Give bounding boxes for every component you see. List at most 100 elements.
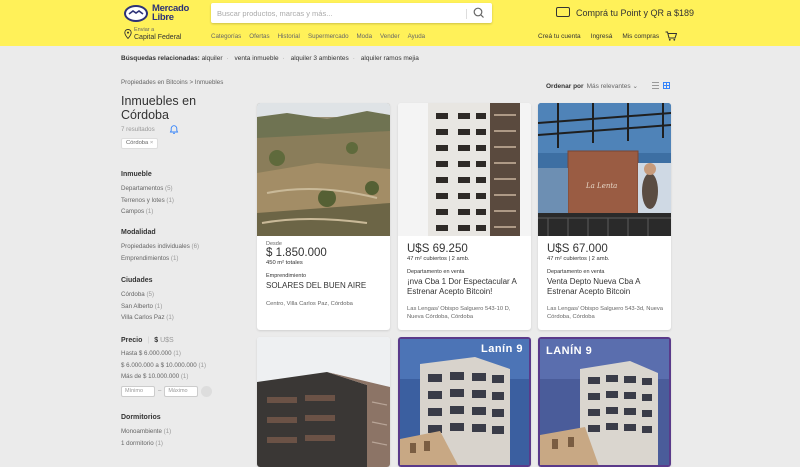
price-apply-button[interactable]: [201, 385, 213, 397]
related-item[interactable]: alquiler ramos mejia: [361, 55, 419, 62]
login-link[interactable]: Ingresá: [591, 33, 613, 40]
nav-categorias[interactable]: Categorías: [211, 33, 241, 40]
filter-item[interactable]: Propiedades individuales (6): [121, 241, 241, 253]
listing-photo: LANÍN 9: [538, 337, 671, 467]
filter-chip-cordoba[interactable]: Córdoba ×: [121, 138, 159, 149]
search-button[interactable]: [472, 6, 488, 20]
price-max-input[interactable]: Máximo: [164, 385, 199, 397]
filter-item[interactable]: Terrenos y lotes (1): [121, 195, 241, 207]
filter-inmueble: Inmueble Departamentos (5) Terrenos y lo…: [121, 171, 241, 218]
nav-historial[interactable]: Historial: [278, 33, 300, 40]
filter-title: Ciudades: [121, 277, 153, 284]
related-item[interactable]: alquiler 3 ambientes: [291, 55, 349, 62]
related-label: Búsquedas relacionadas:: [121, 55, 200, 62]
chevron-down-icon: ⌄: [632, 83, 638, 90]
related-item[interactable]: venta inmueble: [235, 55, 279, 62]
listing-type: Departamento en venta: [547, 269, 605, 275]
listing-type: Emprendimiento: [266, 273, 307, 279]
filter-item[interactable]: Campos (1): [121, 206, 241, 218]
listing-title: SOLARES DEL BUEN AIRE: [266, 281, 367, 290]
create-account-link[interactable]: Creá tu cuenta: [538, 33, 581, 40]
account-nav: Creá tu cuenta Ingresá Mis compras: [538, 33, 659, 40]
filter-title: Dormitorios: [121, 414, 161, 421]
filter-item[interactable]: Hasta $ 6.000.000 (1): [121, 348, 241, 360]
listing-photo: La Lenta: [538, 103, 671, 236]
filter-dormitorios: Dormitorios Monoambiente (1) 1 dormitori…: [121, 414, 241, 449]
listing-info: U$S 67.000 47 m² cubiertos | 2 amb. Depa…: [547, 243, 665, 321]
filter-item[interactable]: Más de $ 10.000.000 (1): [121, 371, 241, 383]
overlay-brand: Lanín 9: [480, 343, 523, 355]
listing-info: U$S 69.250 47 m² cubiertos | 2 amb. Depa…: [407, 243, 525, 321]
listing-card[interactable]: LANÍN 9: [538, 337, 671, 467]
search-divider: [466, 9, 467, 19]
listing-title: Venta Depto Nueva Cba A Estrenar Acepto …: [547, 277, 640, 296]
overlay-brand: LANÍN 9: [546, 345, 593, 357]
related-searches: Búsquedas relacionadas: alquiler · venta …: [121, 55, 419, 62]
nav-supermercado[interactable]: Supermercado: [308, 33, 349, 40]
price-min-input[interactable]: Mínimo: [121, 385, 155, 397]
listing-card[interactable]: La Lenta U$S 67.000 47 m² cubiertos | 2 …: [538, 103, 671, 330]
nav-ofertas[interactable]: Ofertas: [249, 33, 269, 40]
listing-title: ¡nva Cba 1 Dor Espectacular A Estrenar A…: [407, 277, 517, 296]
listing-attributes: 450 m² totales: [266, 260, 303, 266]
listing-attributes: 47 m² cubiertos | 2 amb.: [547, 256, 610, 262]
search-input[interactable]: [217, 3, 467, 23]
header: Mercado Libre Comprá tu Point y QR a $18…: [0, 0, 800, 46]
filter-title: Inmueble: [121, 171, 152, 178]
filter-modalidad: Modalidad Propiedades individuales (6) E…: [121, 229, 241, 264]
mercadolibre-logo[interactable]: Mercado Libre: [124, 3, 194, 25]
filter-item[interactable]: Monoambiente (1): [121, 426, 241, 438]
listing-type: Departamento en venta: [407, 269, 465, 275]
currency-ars[interactable]: $: [154, 337, 158, 344]
listing-photo: [398, 103, 531, 236]
listing-price: U$S 67.000: [547, 243, 608, 255]
nav-ayuda[interactable]: Ayuda: [408, 33, 425, 40]
listing-photo: [257, 103, 390, 236]
listing-price: $ 1.850.000: [266, 247, 327, 259]
listing-attributes: 47 m² cubiertos | 2 amb.: [407, 256, 470, 262]
results-count: 7 resultados: [121, 126, 155, 133]
listing-location: Las Lengas/ Obispo Salguero 543-10 D, Nu…: [407, 306, 511, 320]
nav-vender[interactable]: Vender: [380, 33, 400, 40]
filter-item[interactable]: Villa Carlos Paz (1): [121, 312, 241, 324]
listing-card[interactable]: [257, 337, 390, 467]
filter-title: Precio | $ U$S: [121, 337, 174, 344]
filter-title: Modalidad: [121, 229, 156, 236]
search-icon: [473, 7, 484, 18]
price-range: Mínimo – Máximo: [121, 385, 241, 397]
listing-card[interactable]: Lanín 9: [398, 337, 531, 467]
breadcrumb[interactable]: Propiedades en Bitcoins > Inmuebles: [121, 79, 223, 86]
listing-info: Desde $ 1.850.000 450 m² totales Emprend…: [266, 241, 384, 308]
logo-text: Mercado Libre: [152, 3, 189, 23]
grid-view-icon[interactable]: [663, 82, 670, 89]
handshake-icon: [124, 5, 148, 22]
filter-item[interactable]: 1 dormitorio (1): [121, 438, 241, 450]
filter-precio: Precio | $ U$S Hasta $ 6.000.000 (1) $ 6.0…: [121, 337, 241, 397]
close-icon[interactable]: ×: [150, 140, 153, 146]
promo-banner[interactable]: Comprá tu Point y QR a $189: [576, 8, 694, 18]
listing-photo: Lanín 9: [398, 337, 531, 467]
currency-usd[interactable]: U$S: [160, 337, 174, 344]
location-pin-icon: [124, 29, 132, 39]
sort-dropdown[interactable]: Ordenar por Más relevantes ⌄: [546, 82, 638, 90]
listing-location: Las Lengas/ Obispo Salguero 543-3d, Nuev…: [547, 306, 664, 320]
cart-icon[interactable]: [665, 31, 677, 41]
location-value: Capital Federal: [134, 34, 182, 41]
my-purchases-link[interactable]: Mis compras: [622, 33, 659, 40]
listing-price: U$S 69.250: [407, 243, 468, 255]
list-view-icon[interactable]: [652, 82, 659, 89]
related-item[interactable]: alquiler: [202, 55, 223, 62]
svg-text:La Lenta: La Lenta: [585, 182, 617, 190]
nav-moda[interactable]: Moda: [357, 33, 372, 40]
filter-item[interactable]: San Alberto (1): [121, 301, 241, 313]
search-bar: [211, 3, 492, 23]
filter-item[interactable]: Emprendimientos (1): [121, 253, 241, 265]
filter-item[interactable]: Córdoba (5): [121, 289, 241, 301]
filter-item[interactable]: $ 6.000.000 a $ 10.000.000 (1): [121, 360, 241, 372]
bell-alert-icon[interactable]: [168, 124, 180, 134]
page-title: Inmuebles en Córdoba: [121, 94, 197, 122]
listing-card[interactable]: U$S 69.250 47 m² cubiertos | 2 amb. Depa…: [398, 103, 531, 330]
listing-card[interactable]: Desde $ 1.850.000 450 m² totales Emprend…: [257, 103, 390, 330]
filter-item[interactable]: Departamentos (5): [121, 183, 241, 195]
point-device-icon: [556, 7, 570, 17]
